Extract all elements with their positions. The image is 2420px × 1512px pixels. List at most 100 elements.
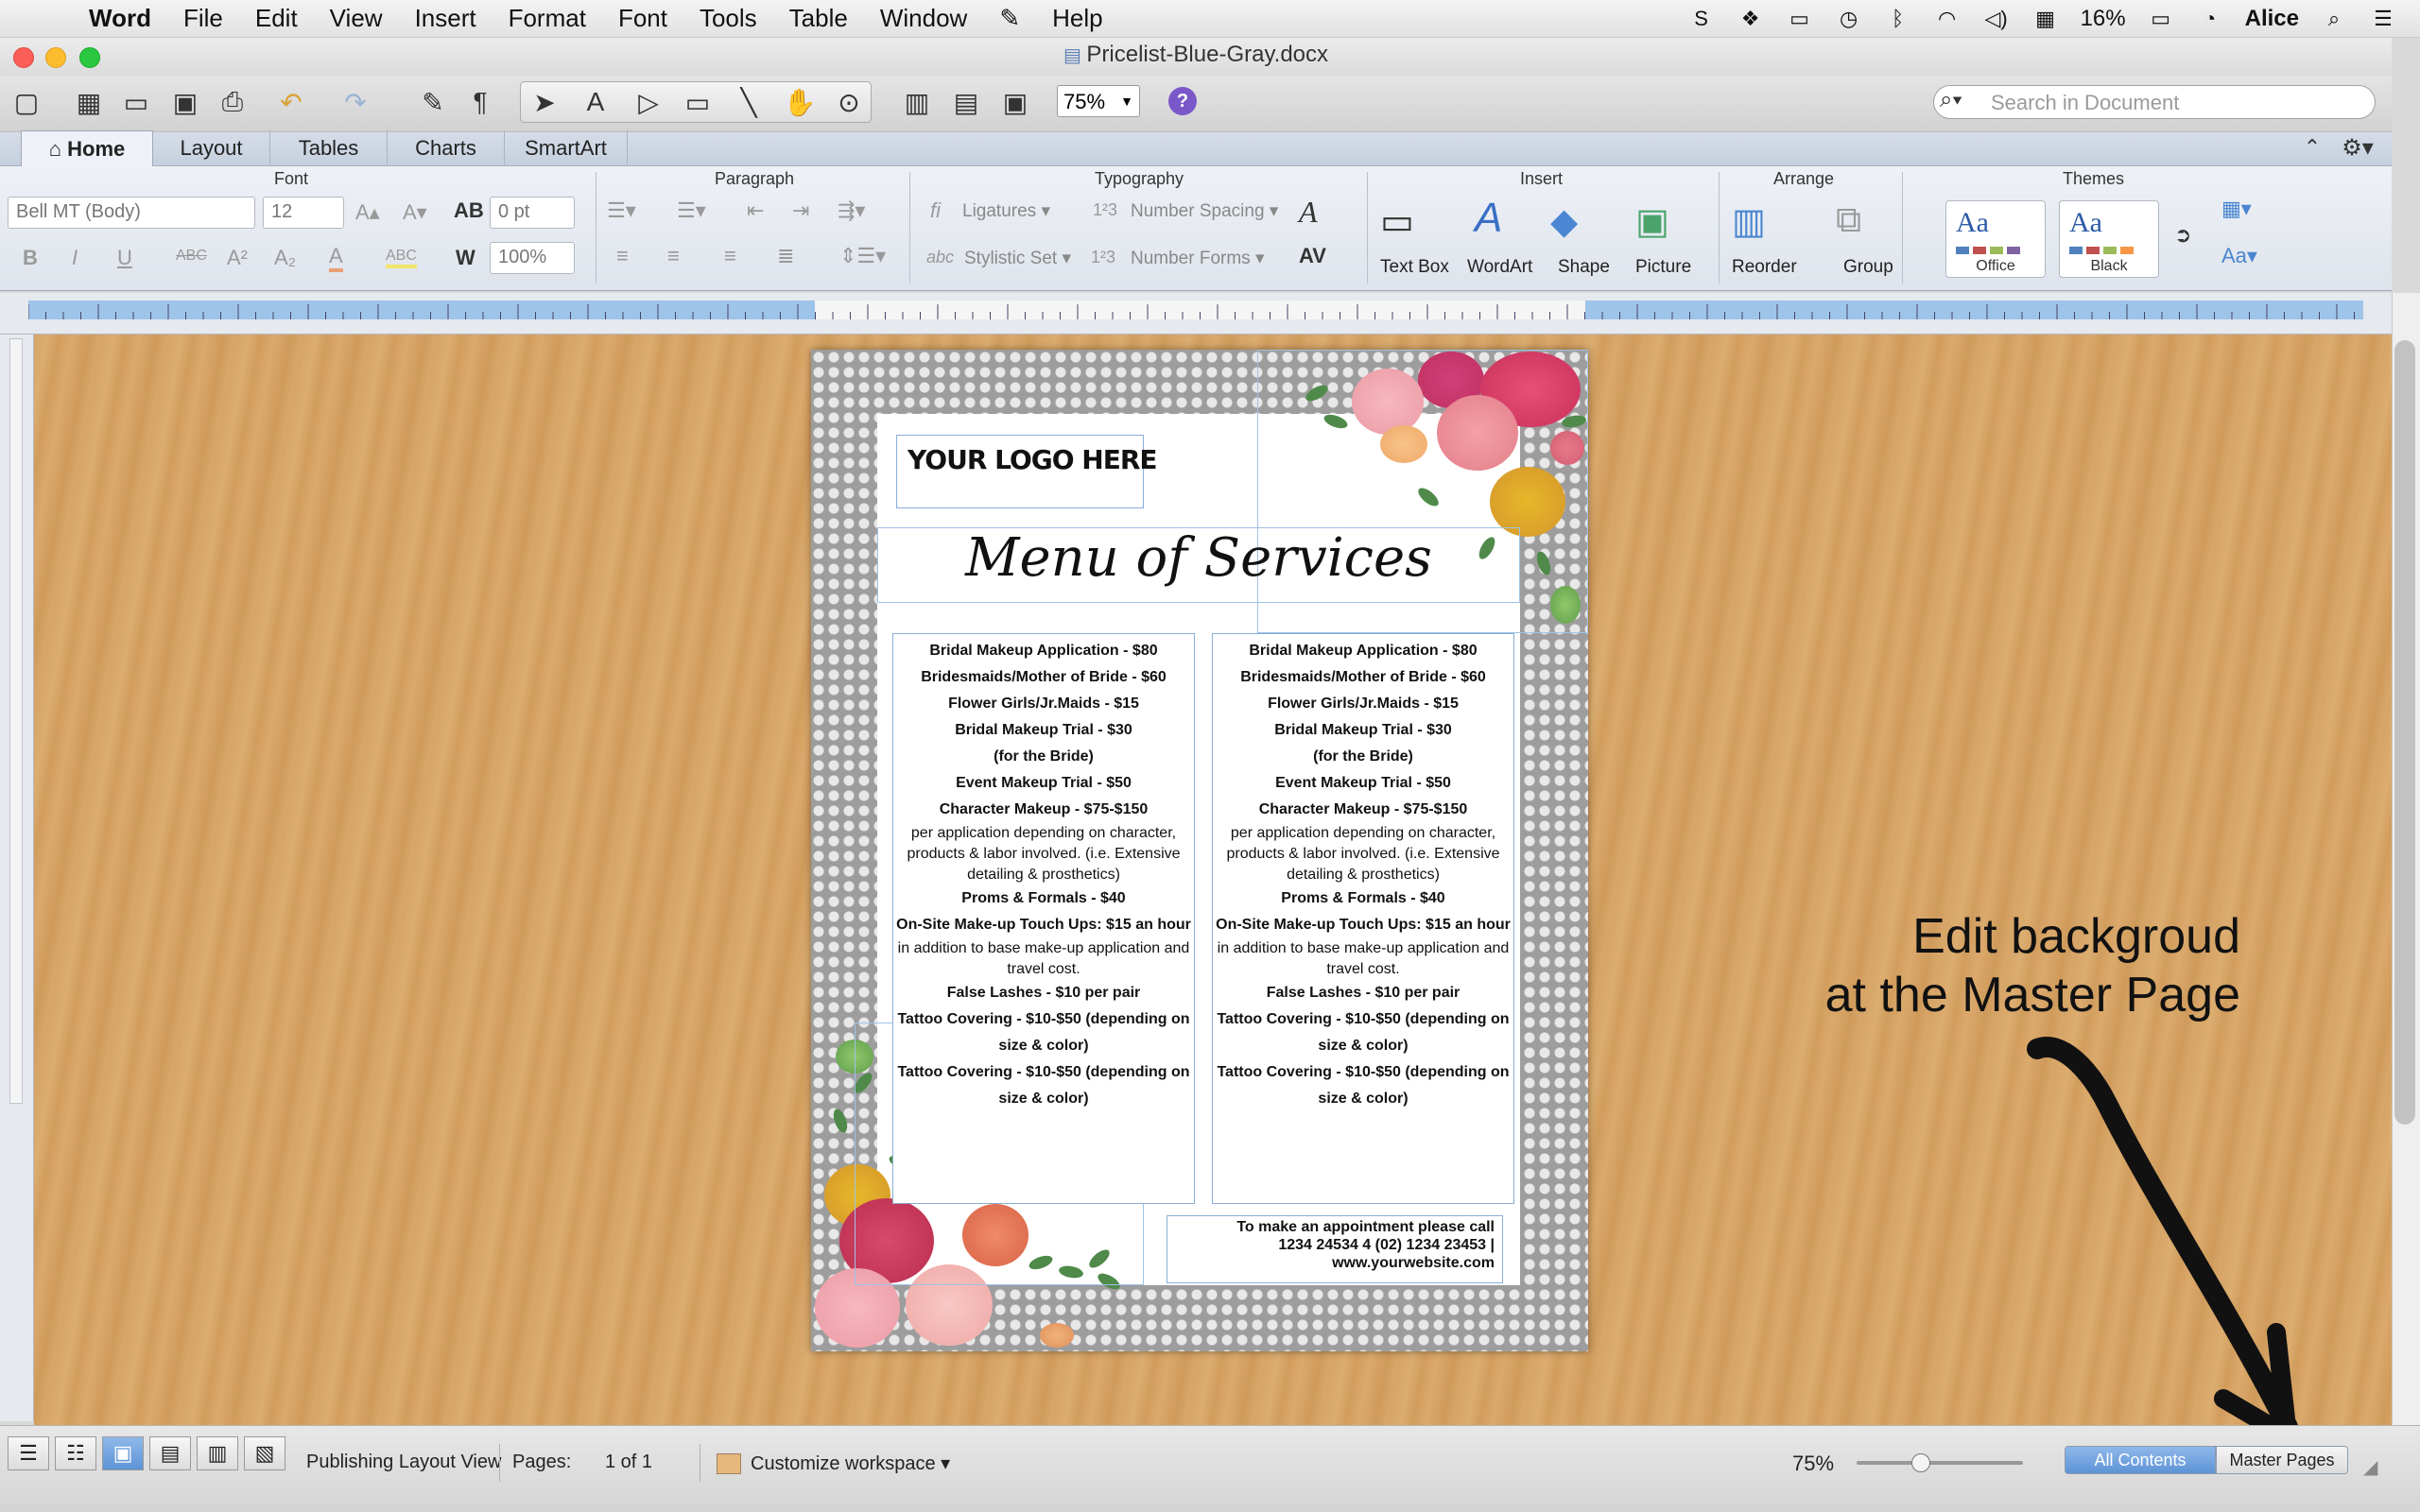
theme-black[interactable]: Aa Black	[2059, 200, 2159, 278]
save-icon[interactable]: ▣	[166, 83, 204, 121]
word-art-style-icon[interactable]: W	[456, 246, 475, 270]
wd-drive-icon[interactable]: ▭	[1786, 7, 1814, 31]
menu-file[interactable]: File	[183, 4, 223, 33]
bluetooth-icon[interactable]: ᛒ	[1884, 7, 1912, 31]
kerning-icon[interactable]: AV	[1299, 244, 1326, 268]
character-spacing-field[interactable]: 0 pt	[490, 197, 575, 229]
gallery-icon[interactable]: ▦	[70, 83, 108, 121]
decrease-indent-icon[interactable]: ⇤	[747, 198, 764, 223]
battery-percent[interactable]: 16%	[2081, 6, 2126, 32]
open-folder-icon[interactable]: ▭	[117, 83, 155, 121]
number-forms-select[interactable]: Number Forms ▾	[1131, 248, 1265, 269]
search-icon[interactable]: ⌕▾	[1940, 87, 1962, 113]
character-scale-field[interactable]: 100%	[490, 242, 575, 274]
menu-font[interactable]: Font	[618, 4, 667, 33]
grow-font-icon[interactable]: A▴	[355, 200, 380, 225]
flag-icon[interactable]: ▦	[2031, 7, 2060, 31]
clock-icon[interactable]: ◔	[2196, 7, 2224, 31]
script-menu-icon[interactable]: ✎	[999, 4, 1020, 33]
menu-window[interactable]: Window	[880, 4, 967, 33]
shape-label[interactable]: Shape	[1558, 257, 1610, 278]
reorder-icon[interactable]: ▥	[1732, 200, 1766, 243]
menu-edit[interactable]: Edit	[255, 4, 298, 33]
picture-icon[interactable]: ▣	[1635, 200, 1669, 243]
reorder-label[interactable]: Reorder	[1732, 257, 1797, 278]
picture-label[interactable]: Picture	[1635, 257, 1691, 278]
justify-icon[interactable]: ≣	[777, 244, 794, 268]
focus-view-button[interactable]: ▧	[244, 1436, 285, 1470]
hand-tool-icon[interactable]: ✋	[781, 83, 819, 121]
undo-icon[interactable]: ↶	[272, 83, 310, 121]
publishing-layout-view-button[interactable]: ▣	[102, 1436, 144, 1470]
italic-icon[interactable]: I	[72, 246, 78, 270]
workspace-swatch[interactable]	[717, 1453, 741, 1474]
stylistic-set-select[interactable]: Stylistic Set ▾	[964, 248, 1071, 269]
zoom-slider-track[interactable]	[1857, 1461, 2023, 1465]
shape-icon[interactable]: ◆	[1550, 200, 1578, 243]
wordart-icon[interactable]: A	[1475, 195, 1502, 242]
print-icon[interactable]: ⎙	[214, 83, 251, 121]
theme-next-arrow-icon[interactable]: ➲	[2174, 223, 2191, 248]
menu-title[interactable]: Menu of Services	[877, 527, 1520, 589]
menu-insert[interactable]: Insert	[415, 4, 476, 33]
number-spacing-icon[interactable]: 1²3	[1093, 200, 1117, 220]
tab-charts[interactable]: Charts	[388, 130, 505, 166]
contact-text-box[interactable]: To make an appointment please call 1234 …	[1167, 1215, 1503, 1283]
text-box-tool-icon[interactable]: A	[577, 83, 614, 121]
contextual-alternates-icon[interactable]: A	[1299, 195, 1318, 230]
dropbox-icon[interactable]: ❖	[1737, 7, 1765, 31]
numbering-icon[interactable]: ☰▾	[677, 198, 706, 223]
show-formatting-icon[interactable]: ¶	[461, 83, 499, 121]
logo-text[interactable]: YOUR LOGO HERE	[908, 444, 1158, 475]
ribbon-settings-icon[interactable]: ⚙▾	[2339, 129, 2377, 166]
wifi-icon[interactable]: ◠	[1933, 7, 1962, 31]
battery-icon[interactable]: ▭	[2147, 7, 2175, 31]
ligatures-icon[interactable]: fi	[930, 198, 941, 223]
bold-icon[interactable]: B	[23, 246, 38, 270]
resize-grip-icon[interactable]: ◢	[2363, 1455, 2377, 1479]
superscript-icon[interactable]: A²	[227, 246, 248, 270]
menu-table[interactable]: Table	[789, 4, 848, 33]
align-center-icon[interactable]: ≡	[667, 244, 680, 268]
search-input[interactable]: Search in Document	[1933, 85, 2376, 119]
user-name[interactable]: Alice	[2245, 6, 2299, 32]
services-column-left[interactable]: Bridal Makeup Application - $80 Bridesmai…	[892, 633, 1195, 1204]
font-size-select[interactable]: 12	[263, 197, 344, 229]
draft-view-button[interactable]: ☰	[8, 1436, 49, 1470]
highlight-icon[interactable]: ABC	[386, 248, 417, 268]
redo-icon[interactable]: ↷	[337, 83, 374, 121]
outline-view-button[interactable]: ☷	[55, 1436, 96, 1470]
zoom-slider-handle[interactable]	[1911, 1453, 1930, 1472]
toolbox-icon[interactable]: ▤	[947, 83, 985, 121]
linked-text-tool-icon[interactable]: ▷	[630, 83, 667, 121]
collapse-ribbon-icon[interactable]: ⌃	[2293, 129, 2331, 166]
help-icon[interactable]: ?	[1168, 87, 1197, 115]
all-contents-tab[interactable]: All Contents	[2065, 1446, 2216, 1474]
zoom-select[interactable]: 75% ▼	[1057, 85, 1140, 117]
menu-tools[interactable]: Tools	[700, 4, 757, 33]
tab-layout[interactable]: Layout	[153, 130, 270, 166]
underline-icon[interactable]: U	[117, 246, 132, 270]
spotlight-search-icon[interactable]: ⌕	[2320, 7, 2348, 31]
number-spacing-select[interactable]: Number Spacing ▾	[1131, 200, 1278, 222]
shrink-font-icon[interactable]: A▾	[403, 200, 427, 225]
font-name-select[interactable]: Bell MT (Body)	[8, 197, 255, 229]
menu-view[interactable]: View	[330, 4, 383, 33]
align-left-icon[interactable]: ≡	[616, 244, 629, 268]
menu-format[interactable]: Format	[509, 4, 586, 33]
character-spacing-icon[interactable]: AB	[454, 198, 484, 223]
stylistic-set-icon[interactable]: abc	[926, 248, 954, 267]
rectangle-tool-icon[interactable]: ▭	[679, 83, 717, 121]
services-column-right[interactable]: Bridal Makeup Application - $80 Bridesmai…	[1212, 633, 1514, 1204]
text-box-insert-icon[interactable]: ▭	[1380, 200, 1414, 243]
ligatures-select[interactable]: Ligatures ▾	[962, 200, 1050, 222]
wordart-label[interactable]: WordArt	[1467, 257, 1532, 278]
align-right-icon[interactable]: ≡	[724, 244, 736, 268]
tab-tables[interactable]: Tables	[270, 130, 388, 166]
number-forms-icon[interactable]: 1²3	[1091, 248, 1115, 267]
group-icon[interactable]: ⧉	[1836, 200, 1861, 241]
strikethrough-icon[interactable]: ABC	[176, 248, 207, 265]
customize-workspace-button[interactable]: Customize workspace ▾	[751, 1452, 950, 1475]
notification-center-icon[interactable]: ☰	[2369, 7, 2397, 31]
theme-office[interactable]: Aa Office	[1945, 200, 2046, 278]
